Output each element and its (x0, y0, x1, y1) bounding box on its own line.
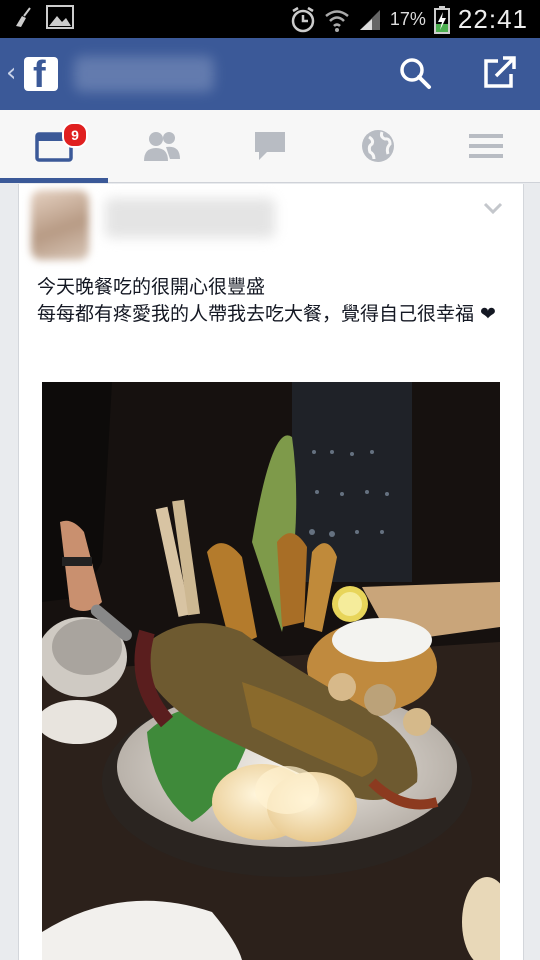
search-icon[interactable] (398, 56, 432, 90)
blurred-page-title (74, 56, 214, 92)
clock: 22:41 (457, 4, 528, 34)
tab-menu[interactable] (432, 110, 540, 182)
seafood-platter-illustration (42, 382, 500, 960)
broom-icon (16, 7, 31, 27)
signal-icon (359, 9, 380, 30)
battery-charging-icon (433, 5, 450, 34)
menu-icon (469, 134, 503, 158)
facebook-logo[interactable]: f (24, 54, 58, 96)
post-text-line: 今天晚餐吃的很開心很豐盛 (37, 276, 266, 298)
notification-badge: 9 (62, 122, 88, 148)
globe-icon (362, 130, 394, 162)
wifi-icon (325, 9, 349, 32)
share-icon[interactable] (482, 56, 518, 90)
back-icon[interactable]: ‹ (6, 58, 16, 88)
blurred-author-name[interactable] (105, 198, 275, 238)
facebook-header: ‹ f (0, 38, 540, 110)
logo-letter: f (33, 54, 46, 96)
chevron-down-icon[interactable] (483, 202, 503, 214)
tab-messages[interactable] (216, 110, 324, 182)
battery-percent: 17% (389, 9, 426, 29)
message-icon (255, 132, 285, 160)
tab-friends[interactable] (108, 110, 216, 182)
tab-bar: 9 (0, 110, 540, 183)
alarm-icon (291, 6, 315, 32)
tab-news-feed[interactable]: 9 (0, 110, 108, 183)
friends-icon (144, 132, 180, 161)
gallery-icon (46, 5, 74, 29)
post-message: 今天晚餐吃的很開心很豐盛 每每都有疼愛我的人帶我去吃大餐，覺得自己很幸福 ❤ (37, 274, 507, 328)
post-card: 今天晚餐吃的很開心很豐盛 每每都有疼愛我的人帶我去吃大餐，覺得自己很幸福 ❤ (18, 184, 524, 960)
post-photo[interactable] (42, 382, 500, 960)
avatar[interactable] (31, 190, 89, 260)
post-text-line: 每每都有疼愛我的人帶我去吃大餐，覺得自己很幸福 ❤ (37, 303, 496, 325)
active-tab-indicator (0, 178, 108, 183)
tab-notifications[interactable] (324, 110, 432, 182)
status-bar: 17% 22:41 (0, 0, 540, 38)
